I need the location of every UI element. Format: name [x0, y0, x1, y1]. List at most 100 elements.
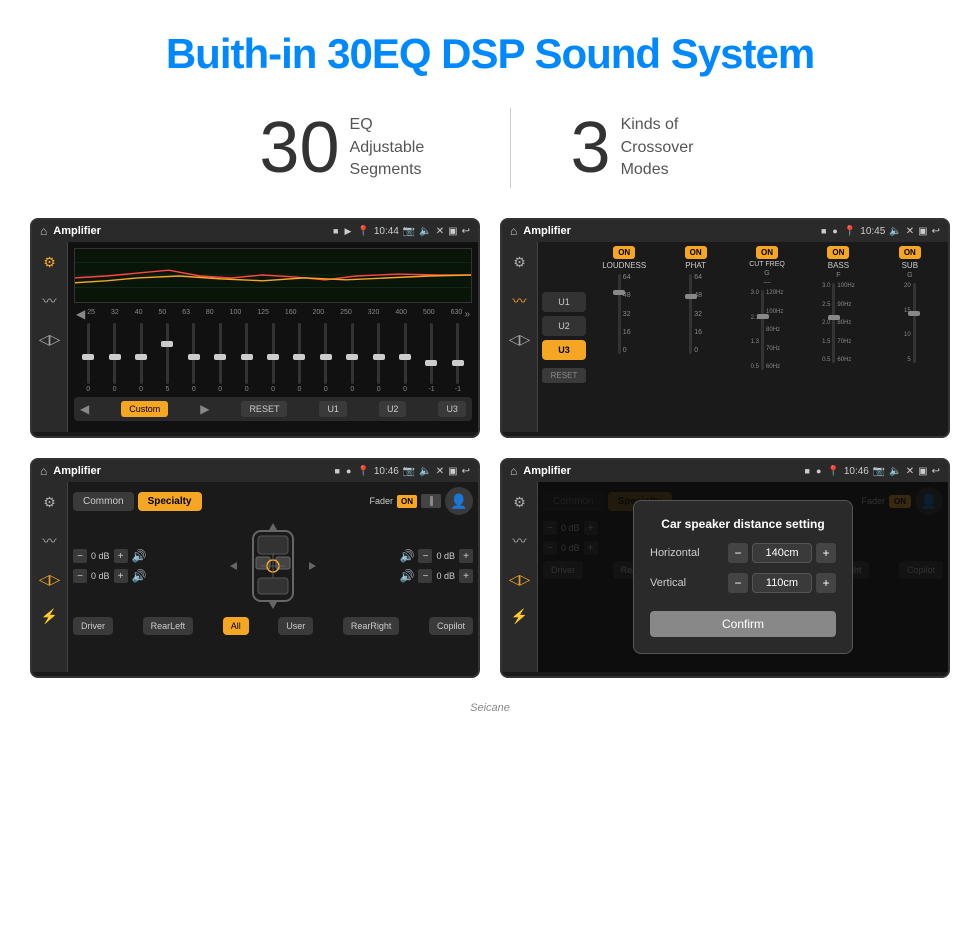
rr-minus[interactable]: − — [418, 569, 432, 583]
close-icon-1[interactable]: ✕ — [436, 226, 444, 237]
close-icon-2[interactable]: ✕ — [906, 226, 914, 237]
close-icon-3[interactable]: ✕ — [436, 466, 444, 477]
home-icon-2[interactable]: ⌂ — [510, 224, 517, 238]
reset-crossover[interactable]: RESET — [542, 368, 586, 383]
vol-side-icon-3[interactable]: ◁▷ — [35, 567, 65, 592]
play-icon-1[interactable]: ▶ — [344, 226, 351, 237]
vol-side-icon-1[interactable]: ◁▷ — [35, 327, 65, 352]
eq-slider-13[interactable]: -1 — [419, 323, 443, 393]
window-icon-1[interactable]: ▣ — [448, 226, 457, 237]
rl-minus[interactable]: − — [73, 569, 87, 583]
driver-btn[interactable]: Driver — [73, 617, 113, 635]
fader-on-badge[interactable]: ON — [397, 495, 417, 508]
rr-control: 🔊 − 0 dB + — [400, 569, 473, 583]
screen-content-1: ⚙ 〰 ◁▷ — [32, 242, 478, 432]
loudness-on[interactable]: ON — [613, 246, 635, 259]
home-icon-3[interactable]: ⌂ — [40, 464, 47, 478]
rearright-btn[interactable]: RearRight — [343, 617, 400, 635]
sub-on[interactable]: ON — [899, 246, 921, 259]
fr-plus[interactable]: + — [459, 549, 473, 563]
back-icon-2[interactable]: ↩ — [932, 226, 940, 237]
vertical-minus[interactable]: − — [728, 573, 748, 593]
eq-slider-5[interactable]: 0 — [208, 323, 232, 393]
bass-sliders: 3.02.52.01.50.5 100Hz90Hz80Hz70Hz60Hz — [822, 283, 855, 363]
eq-slider-10[interactable]: 0 — [340, 323, 364, 393]
eq-icon-2[interactable]: ⚙ — [509, 250, 530, 275]
u2-preset[interactable]: U2 — [542, 316, 586, 336]
custom-btn[interactable]: Custom — [121, 401, 168, 417]
eq-slider-3[interactable]: 5 — [155, 323, 179, 393]
all-btn[interactable]: All — [223, 617, 249, 635]
wave-icon-4[interactable]: 〰 — [509, 527, 531, 555]
vol-side-icon-4[interactable]: ◁▷ — [505, 567, 535, 592]
fl-plus[interactable]: + — [114, 549, 128, 563]
eq-slider-11[interactable]: 0 — [366, 323, 390, 393]
back-icon-3[interactable]: ↩ — [462, 466, 470, 477]
eq-slider-4[interactable]: 0 — [182, 323, 206, 393]
eq-slider-12[interactable]: 0 — [393, 323, 417, 393]
rl-plus[interactable]: + — [114, 569, 128, 583]
reset-btn[interactable]: RESET — [241, 401, 287, 417]
rr-plus[interactable]: + — [459, 569, 473, 583]
u1-btn-eq[interactable]: U1 — [319, 401, 347, 417]
common-tab-3[interactable]: Common — [73, 492, 134, 511]
prev-btn[interactable]: ◀ — [80, 402, 89, 416]
wave-icon-2[interactable]: 〰 — [509, 287, 531, 315]
eq-icon-3[interactable]: ⚙ — [39, 490, 60, 515]
close-icon-4[interactable]: ✕ — [906, 466, 914, 477]
user-btn[interactable]: User — [278, 617, 313, 635]
eq-slider-8[interactable]: 0 — [287, 323, 311, 393]
record-icon-4: ■ — [805, 466, 810, 476]
home-icon-1[interactable]: ⌂ — [40, 224, 47, 238]
play-btn[interactable]: ▶ — [200, 402, 209, 416]
bt-icon-4[interactable]: ⚡ — [507, 604, 532, 629]
eq-slider-14[interactable]: -1 — [446, 323, 470, 393]
fader-slider-icon[interactable] — [421, 494, 441, 508]
vol-side-icon-2[interactable]: ◁▷ — [505, 327, 535, 352]
phat-on[interactable]: ON — [685, 246, 707, 259]
window-icon-2[interactable]: ▣ — [918, 226, 927, 237]
back-icon-4[interactable]: ↩ — [932, 466, 940, 477]
copilot-btn[interactable]: Copilot — [429, 617, 473, 635]
eq-slider-7[interactable]: 0 — [261, 323, 285, 393]
eq-slider-6[interactable]: 0 — [234, 323, 258, 393]
stat-crossover-number: 3 — [571, 112, 611, 184]
rearleft-btn[interactable]: RearLeft — [143, 617, 194, 635]
eq-bottom-bar: ◀ Custom ▶ RESET U1 U2 U3 — [74, 397, 472, 421]
bass-on[interactable]: ON — [827, 246, 849, 259]
eq-slider-2[interactable]: 0 — [129, 323, 153, 393]
vertical-plus[interactable]: + — [816, 573, 836, 593]
specialty-tab-3[interactable]: Specialty — [138, 492, 202, 511]
side-panel-3: ⚙ 〰 ◁▷ ⚡ — [32, 482, 68, 672]
horizontal-plus[interactable]: + — [816, 543, 836, 563]
horizontal-minus[interactable]: − — [728, 543, 748, 563]
wave-icon-1[interactable]: 〰 — [39, 287, 61, 315]
confirm-button[interactable]: Confirm — [650, 611, 836, 637]
side-panel-4: ⚙ 〰 ◁▷ ⚡ — [502, 482, 538, 672]
fr-minus[interactable]: − — [418, 549, 432, 563]
speaker-layout: − 0 dB + 🔊 − 0 dB + 🔊 — [73, 521, 473, 611]
status-icons-4: 📍 10:46 📷 🔈 ✕ ▣ ↩ — [827, 466, 940, 477]
cutfreq-on[interactable]: ON — [756, 246, 778, 259]
fl-minus[interactable]: − — [73, 549, 87, 563]
eq-icon-4[interactable]: ⚙ — [509, 490, 530, 515]
home-icon-4[interactable]: ⌂ — [510, 464, 517, 478]
location-icon-3: 📍 — [357, 466, 369, 477]
u1-preset[interactable]: U1 — [542, 292, 586, 312]
prev-arrow[interactable]: ◀ — [76, 307, 85, 321]
eq-slider-1[interactable]: 0 — [102, 323, 126, 393]
u3-btn-eq[interactable]: U3 — [438, 401, 466, 417]
bt-icon-3[interactable]: ⚡ — [37, 604, 62, 629]
eq-slider-9[interactable]: 0 — [314, 323, 338, 393]
next-arrow[interactable]: » — [464, 309, 470, 320]
user-avatar[interactable]: 👤 — [445, 487, 473, 515]
back-icon-1[interactable]: ↩ — [462, 226, 470, 237]
eq-icon-1[interactable]: ⚙ — [39, 250, 60, 275]
window-icon-4[interactable]: ▣ — [918, 466, 927, 477]
u3-preset[interactable]: U3 — [542, 340, 586, 360]
eq-slider-0[interactable]: 0 — [76, 323, 100, 393]
u2-btn-eq[interactable]: U2 — [379, 401, 407, 417]
wave-icon-3[interactable]: 〰 — [39, 527, 61, 555]
window-icon-3[interactable]: ▣ — [448, 466, 457, 477]
page-title: Buith-in 30EQ DSP Sound System — [20, 30, 960, 78]
